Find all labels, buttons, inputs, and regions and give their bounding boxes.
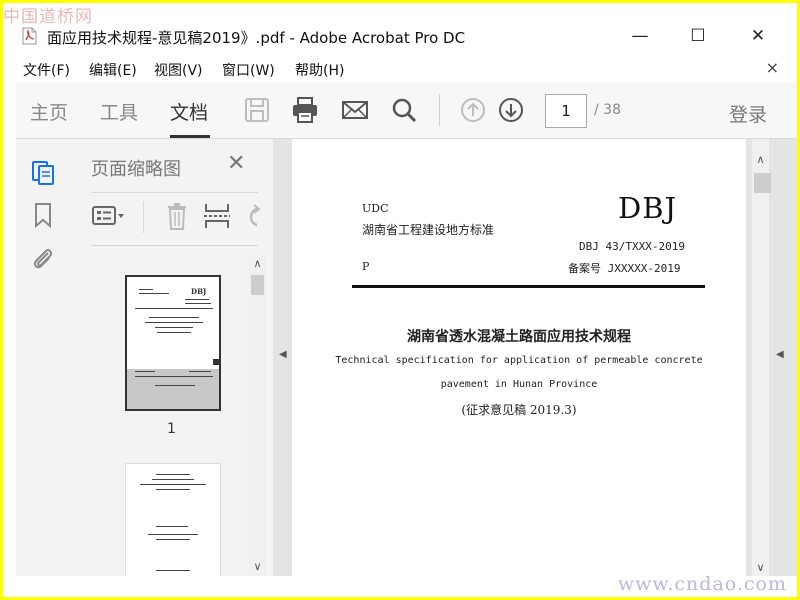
close-window-button[interactable]: ✕ [729, 19, 787, 53]
scrollbar-thumb[interactable] [754, 173, 771, 193]
thumbnail-text-line [156, 570, 190, 571]
menu-window[interactable]: 窗口(W) [222, 60, 275, 80]
attachment-icon[interactable] [30, 245, 56, 273]
thumbnail-text-line [156, 526, 188, 527]
doc-record-number: 备案号 JXXXXX-2019 [568, 262, 681, 275]
page-down-icon[interactable] [497, 96, 525, 124]
pdf-page: UDC 湖南省工程建设地方标准 DBJ DBJ 43/TXXX-2019 P 备… [292, 139, 746, 576]
scrollbar-thumb[interactable] [251, 275, 264, 295]
close-icon: ✕ [750, 26, 766, 46]
document-scrollbar[interactable]: ∧ ∨ [752, 139, 771, 576]
thumbnail-text-line [155, 385, 195, 386]
thumbnail-text-line [189, 371, 211, 372]
panel-divider [91, 245, 258, 246]
insert-page-icon[interactable] [201, 201, 237, 231]
print-icon[interactable] [291, 96, 319, 124]
panel-toolbar-separator [143, 201, 144, 233]
menu-bar: 文件(F) 编辑(E) 视图(V) 窗口(W) 帮助(H) × [3, 56, 797, 82]
doc-standard-code: DBJ 43/TXXX-2019 [579, 240, 685, 253]
tab-tools[interactable]: 工具 [100, 98, 138, 125]
doc-p-label: P [362, 260, 370, 273]
scroll-down-icon[interactable]: ∨ [249, 560, 266, 573]
thumbnail-text-line [156, 474, 190, 475]
doc-horizontal-rule [352, 285, 705, 288]
collapse-left-icon[interactable]: ◀ [279, 349, 287, 360]
collapse-right-icon[interactable]: ◀ [776, 349, 784, 360]
doc-standard-type: 湖南省工程建设地方标准 [362, 223, 495, 237]
page-thumbnail[interactable] [125, 463, 221, 576]
options-menu-icon[interactable] [91, 201, 127, 231]
doc-dbj-mark: DBJ [618, 191, 678, 225]
title-bar: 面应用技术规程-意见稿2019》.pdf - Adobe Acrobat Pro… [3, 19, 797, 53]
thumbnail-panel: 页面缩略图 ✕ DBJ 1 ∧ ∨ [71, 139, 274, 576]
thumbnail-text-line [157, 332, 191, 333]
thumbnail-dbj-text: DBJ [191, 287, 207, 296]
page-up-icon[interactable] [459, 96, 487, 124]
thumbnail-scrollbar[interactable]: ∧ ∨ [249, 255, 266, 575]
page-total: / 38 [594, 102, 621, 118]
panel-divider [91, 192, 258, 193]
page-number-input[interactable]: 1 [545, 94, 587, 128]
thumbnail-rule [135, 308, 213, 309]
minimize-icon: — [631, 26, 649, 46]
doc-udc: UDC [362, 202, 389, 215]
doc-title-en-line2: pavement in Hunan Province [440, 379, 598, 390]
toolbar-separator [439, 94, 440, 126]
main-toolbar: 主页 工具 文档 1 / 38 登录 [16, 82, 797, 139]
thumbnail-text-line [139, 293, 169, 294]
thumbnail-text-line [156, 539, 190, 540]
thumbnail-text-line [149, 317, 199, 318]
thumbnail-text-line [185, 299, 209, 300]
doc-draft-note: (征求意见稿 2019.3) [461, 403, 577, 417]
scroll-up-icon[interactable]: ∧ [752, 153, 769, 166]
thumbnail-text-line [145, 322, 203, 323]
doc-title-en-line1: Technical specification for application … [335, 355, 703, 366]
login-button[interactable]: 登录 [729, 100, 767, 127]
tab-document[interactable]: 文档 [170, 98, 208, 125]
close-panel-icon[interactable]: ✕ [227, 151, 245, 176]
thumbnail-text-line [140, 484, 206, 485]
trash-icon[interactable] [159, 201, 195, 231]
watermark-bottom: www.cndao.com [617, 573, 787, 595]
thumbnail-text-line [139, 289, 153, 290]
menu-view[interactable]: 视图(V) [154, 60, 203, 80]
menu-file[interactable]: 文件(F) [23, 60, 70, 80]
email-icon[interactable] [341, 96, 369, 124]
thumbnail-text-line [155, 327, 193, 328]
navigation-rail [16, 139, 72, 576]
thumbnail-rule [135, 376, 213, 377]
thumbnail-text-line [135, 371, 155, 372]
rotate-icon[interactable] [243, 201, 274, 231]
maximize-button[interactable]: ☐ [669, 19, 727, 53]
page-thumbnails-icon[interactable] [30, 157, 56, 185]
thumbnail-resize-handle[interactable] [213, 359, 219, 365]
thumbnail-text-line [152, 479, 194, 480]
scroll-up-icon[interactable]: ∧ [249, 257, 266, 270]
thumbnail-text-line [148, 534, 198, 535]
menu-help[interactable]: 帮助(H) [295, 60, 344, 80]
search-icon[interactable] [390, 96, 418, 124]
thumbnail-page-label: 1 [167, 421, 176, 437]
thumbnail-text-line [156, 489, 190, 490]
thumbnail-panel-title: 页面缩略图 [91, 159, 181, 180]
thumbnail-grey-band [127, 369, 219, 409]
tab-home[interactable]: 主页 [30, 98, 68, 125]
page-thumbnail[interactable]: DBJ [125, 275, 221, 411]
active-tab-indicator [170, 135, 210, 138]
close-document-icon[interactable]: × [766, 58, 779, 77]
thumbnail-text-line [185, 303, 211, 304]
doc-title-cn: 湖南省透水混凝土路面应用技术规程 [407, 329, 631, 345]
acrobat-window: 中国道桥网 面应用技术规程-意见稿2019》.pdf - Adobe Acrob… [3, 3, 797, 597]
bookmark-icon[interactable] [30, 201, 56, 229]
maximize-icon: ☐ [690, 26, 706, 46]
pdf-file-icon [22, 27, 37, 45]
window-title: 面应用技术规程-意见稿2019》.pdf - Adobe Acrobat Pro… [47, 29, 466, 47]
menu-edit[interactable]: 编辑(E) [89, 60, 137, 80]
save-icon[interactable] [243, 96, 271, 124]
document-view: ◀ UDC 湖南省工程建设地方标准 DBJ DBJ 43/TXXX-2019 P… [273, 139, 797, 576]
minimize-button[interactable]: — [611, 19, 669, 53]
